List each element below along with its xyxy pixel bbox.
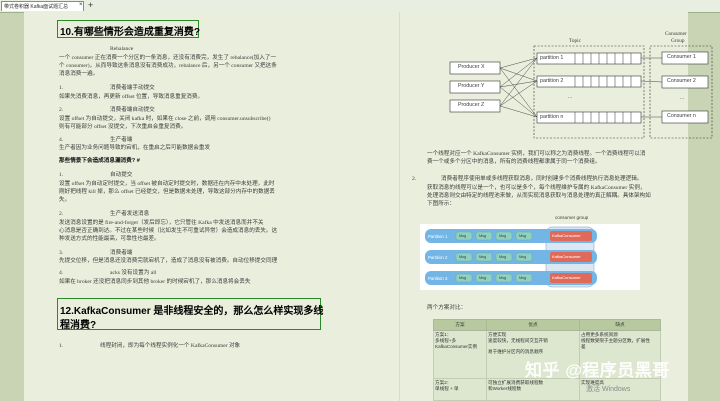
kafka-consumer-label: KafkaConsumer	[552, 275, 581, 280]
question-12-heading: 12.KafkaConsumer 是非线程安全的，那么怎么样实现多线	[60, 306, 324, 317]
consumer-box: Consumer 2	[667, 78, 696, 84]
msg-label: Msg	[479, 276, 487, 280]
partition-row-label: Partition 1	[428, 234, 448, 239]
kafka-consumer-label: KafkaConsumer	[552, 233, 581, 238]
kafka-consumer-label: KafkaConsumer	[552, 254, 581, 259]
item-title: 消费者端手动提交	[110, 85, 155, 91]
item-text: 如果在 broker 还没把消息同步到其他 broker 的时候宕机了，那么消息…	[59, 279, 251, 285]
item-text: 种发送方式的性能最高，可靠性也最差。	[59, 236, 160, 242]
partition-row-label: Partition 2	[428, 255, 448, 260]
msg-label: Msg	[499, 276, 507, 280]
item-text: 下图所示：	[427, 201, 455, 207]
item-title: 消费者端	[110, 250, 133, 256]
tab-title: 带式卷积器 Kafka面试题汇总	[4, 4, 69, 10]
consumer-group-label: Group	[671, 38, 685, 44]
subheading: 那些情景下会造成消息漏消费? #	[59, 158, 140, 164]
item-text: 先提交位移，但是消息还没消费完就宕机了，造成了消息没有被消费。自动位移提交同理	[59, 258, 278, 264]
table-header: 方案	[433, 319, 487, 331]
msg-label: Msg	[459, 255, 467, 259]
rebalance-text: 一个 consumer 正在消费一个分区的一条消息，还没有消费完，发生了 reb…	[59, 55, 277, 61]
consumer-box: Consumer 1	[667, 54, 696, 60]
item-text: 消费者程序使用单或多线程获取消息，同时创建多个消费线程执行消息处理逻辑。	[441, 176, 643, 182]
item-text: 设置 offset 为自动提交，关闭 kafka 时，如果在 close 之前，…	[59, 116, 271, 122]
page-divider	[399, 12, 400, 401]
table-caption: 两个方案对比：	[427, 305, 467, 311]
item-title: acks 没有设置为 all	[110, 270, 157, 276]
item-text: 如果先消费消息，再更新 offset 位置，导致消息重复消费。	[59, 94, 204, 100]
item-text: 刚好把线程 kill 掉，那么 offset 已经提交，但是数据未处理，导致这部…	[59, 189, 275, 195]
list-number: 4.	[59, 270, 64, 276]
list-number: 1.	[59, 85, 64, 91]
item-text: 失。	[59, 197, 71, 203]
consumer-box: Consumer n	[667, 113, 696, 119]
table-header: 缺点	[579, 319, 661, 331]
item-title: 消费者端自动提交	[110, 107, 155, 113]
list-number: 2.	[412, 176, 417, 182]
msg-label: Msg	[519, 234, 527, 238]
item-text: 则有可能部分 offset 没提交，下次重启会重复消费。	[59, 124, 187, 130]
item-title: 生产者端	[110, 137, 133, 143]
document-tab[interactable]: 带式卷积器 Kafka面试题汇总	[1, 1, 84, 11]
table-cell: 方案1： 多线程+多 KafkaConsumer实例	[433, 330, 487, 379]
list-number: 1.	[59, 343, 64, 349]
table-cell: 可独立扩展消费获取线程数 和Worker线程数	[486, 378, 580, 401]
partition-label: partition n	[540, 114, 564, 120]
item-text: 获取消息的线程可以是一个，也可以是多个，每个线程维护专属的 KafkaConsu…	[427, 185, 646, 191]
activate-windows-watermark: 激活 Windows	[586, 386, 631, 393]
table-header: 优点	[486, 319, 580, 331]
producer-box: Producer Z	[458, 102, 485, 108]
list-number: 2.	[59, 107, 64, 113]
msg-label: Msg	[479, 255, 487, 259]
close-tab-icon[interactable]: ×	[79, 2, 83, 8]
item-title: 生产者发送消息	[110, 211, 150, 217]
rebalance-title: Rebalance	[110, 46, 134, 52]
consumer-group-caption: consumer group	[555, 215, 589, 220]
caption-text: 一个线程对应一个 KafkaConsumer 实例，我们可以称之为消费线程。一个…	[427, 151, 646, 157]
msg-label: Msg	[519, 255, 527, 259]
msg-label: Msg	[459, 234, 467, 238]
partition-row-label: Partition 3	[428, 276, 448, 281]
list-number: 2.	[59, 211, 64, 217]
producer-box: Producer Y	[458, 83, 485, 89]
ellipsis: ...	[568, 94, 572, 100]
topic-label: Topic	[569, 38, 581, 44]
caption-text: 费一个或多个分区中的消息，所有的消费线程都隶属于同一个消费组。	[427, 159, 601, 165]
new-tab-button[interactable]: +	[88, 0, 93, 10]
list-number: 4.	[59, 137, 64, 143]
msg-label: Msg	[519, 276, 527, 280]
msg-label: Msg	[499, 234, 507, 238]
list-number: 1.	[59, 172, 64, 178]
partition-label: partition 2	[540, 78, 564, 84]
question-10-heading: 10.有哪些情形会造成重复消费?	[60, 27, 201, 38]
msg-label: Msg	[459, 276, 467, 280]
item-text: 生产者因为业务问题导致的宕机，在重启之后可能数据会重发	[59, 145, 211, 151]
item-text: 发送消息设置的是 fire-and-forget（发后即忘），它只管往 Kafk…	[59, 220, 264, 226]
item-text: 设置 offset 为自动定时提交，当 offset 被自动定时提交时，数据还在…	[59, 181, 275, 187]
ellipsis: ...	[680, 95, 684, 101]
zhihu-watermark: 知乎 @程序员黑哥	[525, 361, 670, 380]
msg-label: Msg	[499, 255, 507, 259]
question-12-heading-cont: 程消费?	[60, 320, 97, 331]
list-number: 3.	[59, 250, 64, 256]
rebalance-text: 个 consumer)，从而导致这条消息没有消费成功，rebalance 后，另…	[59, 63, 277, 69]
rebalance-text: 消息消费一遍。	[59, 71, 99, 77]
item-text: 心消息是否正确到达。不过在某些时候（比如发生不可重试异常）会造成消息的丢失。这	[59, 228, 278, 234]
item-text: 处理消息则交由特定的线程池来做，从而实现消息获取与消息处理的真正解耦。具体架构如	[427, 193, 651, 199]
item-title: 自动提交	[110, 172, 133, 178]
producer-box: Producer X	[458, 64, 485, 70]
partition-label: partition 1	[540, 55, 564, 61]
msg-label: Msg	[479, 234, 487, 238]
table-cell: 方案2： 单线程 + 单	[433, 378, 487, 401]
item-text: 线程封闭，即为每个线程实例化一个 KafkaConsumer 对象	[100, 343, 241, 349]
